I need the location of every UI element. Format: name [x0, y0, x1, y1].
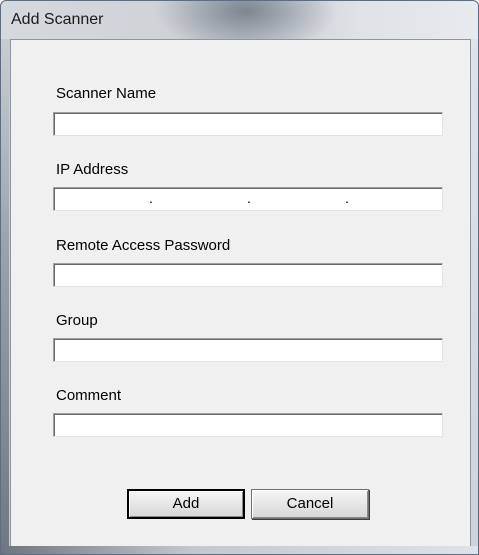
ip-octet-1[interactable]: [58, 190, 138, 208]
group-input[interactable]: [53, 338, 443, 362]
window-frame-right: [470, 39, 478, 554]
window-frame-bottom: [1, 546, 478, 554]
ip-separator-1: .: [149, 190, 153, 206]
add-button[interactable]: Add: [127, 489, 245, 519]
ip-separator-2: .: [247, 190, 251, 206]
group-label: Group: [56, 312, 98, 329]
remote-password-label: Remote Access Password: [56, 237, 231, 254]
ip-octet-2[interactable]: [156, 190, 236, 208]
cancel-button[interactable]: Cancel: [251, 489, 369, 519]
add-scanner-dialog: Add Scanner Scanner Name IP Address . . …: [0, 0, 479, 555]
comment-label: Comment: [56, 387, 122, 404]
window-title: Add Scanner: [11, 11, 104, 28]
title-bar[interactable]: Add Scanner: [1, 1, 478, 39]
comment-input[interactable]: [53, 413, 443, 437]
ip-separator-3: .: [345, 190, 349, 206]
remote-password-input[interactable]: [53, 263, 443, 287]
ip-address-field: . . .: [53, 187, 443, 211]
dialog-body: Scanner Name IP Address . . . Remote Acc…: [10, 39, 471, 547]
window-frame-left: [1, 39, 9, 554]
scanner-name-label: Scanner Name: [56, 85, 157, 102]
ip-octet-3[interactable]: [254, 190, 334, 208]
ip-address-label: IP Address: [56, 161, 129, 178]
ip-octet-4[interactable]: [352, 190, 432, 208]
scanner-name-input[interactable]: [53, 112, 443, 136]
